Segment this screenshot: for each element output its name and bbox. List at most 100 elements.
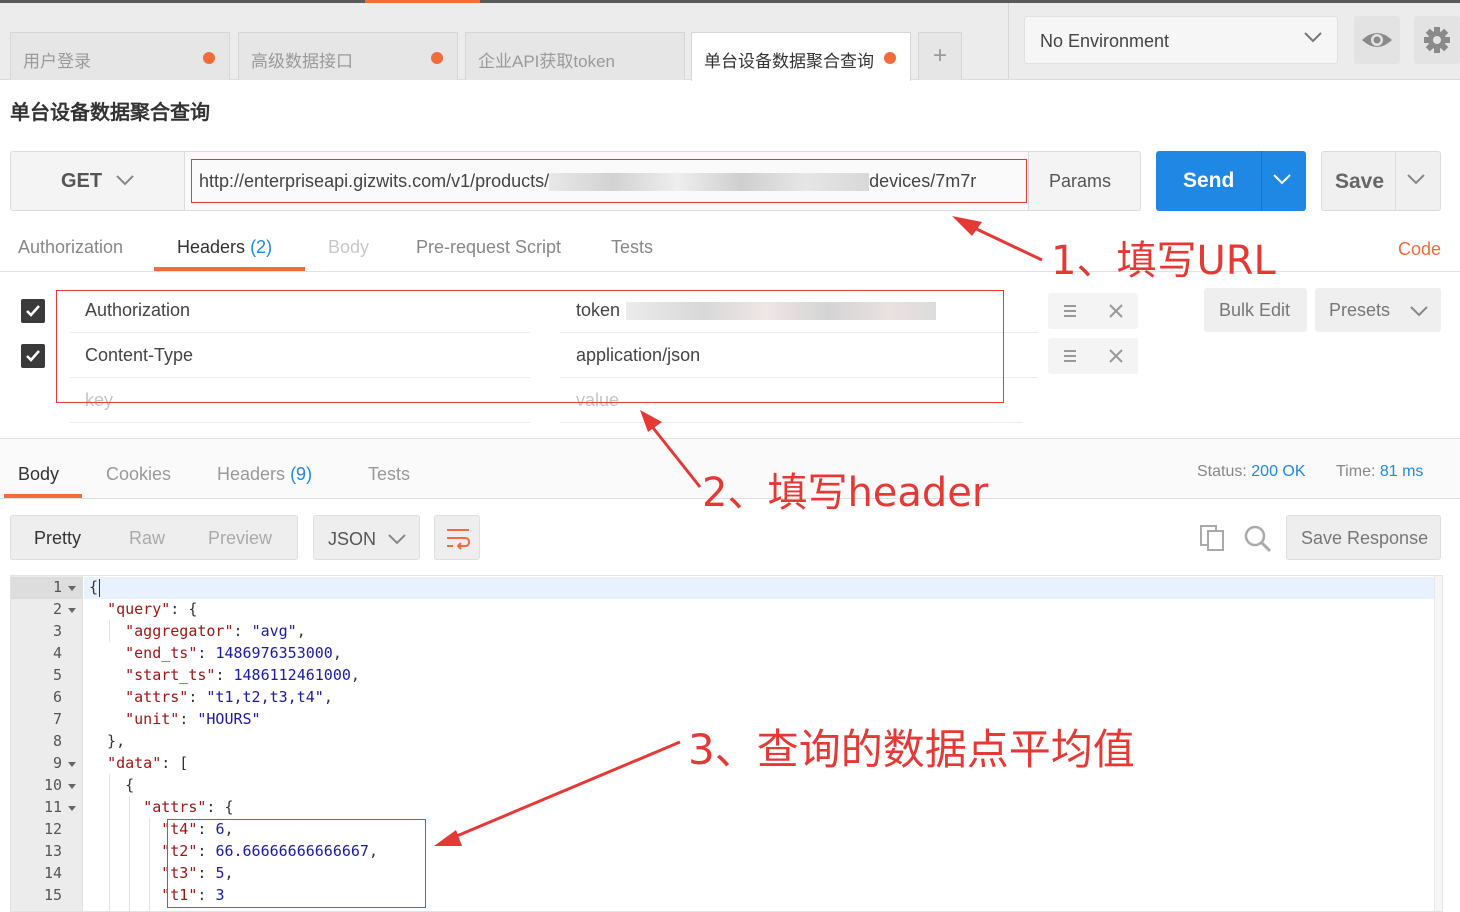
line-number: 10: [43, 776, 62, 794]
tab-pre-request-script[interactable]: Pre-request Script: [416, 237, 561, 258]
tab-label: 高级数据接口: [251, 52, 353, 71]
tab-body[interactable]: Body: [328, 237, 369, 258]
tab-authorization[interactable]: Authorization: [18, 237, 123, 258]
send-button[interactable]: Send: [1156, 151, 1306, 211]
tab-get-token[interactable]: 企业API获取token: [465, 32, 685, 80]
tab-label: 单台设备数据聚合查询: [704, 52, 874, 71]
eye-icon: [1362, 33, 1392, 47]
view-pretty[interactable]: Pretty: [34, 528, 81, 549]
code-line: "unit": "HOURS": [125, 710, 261, 728]
code-line: "data": [: [107, 754, 189, 772]
code-line: "end_ts": 1486976353000,: [125, 644, 342, 662]
request-title: 单台设备数据聚合查询: [10, 102, 210, 124]
active-indicator: [365, 0, 480, 3]
annotation-text-header: 2、填写header: [702, 470, 989, 516]
status-label: Status:: [1197, 463, 1247, 480]
time-value: 81 ms: [1379, 463, 1424, 480]
line-number: 11: [43, 798, 62, 816]
chevron-down-icon: [116, 175, 134, 186]
arrow-url: [967, 223, 1043, 262]
code-line: "aggregator": "avg",: [125, 622, 306, 640]
code-line: "attrs": {: [143, 798, 234, 816]
fold-arrow-icon[interactable]: [68, 586, 76, 591]
send-label: Send: [1183, 169, 1235, 192]
tab-tests[interactable]: Tests: [611, 237, 653, 258]
params-button[interactable]: Params: [1028, 151, 1141, 211]
line-number: 7: [52, 710, 62, 728]
headers-count: (9): [290, 464, 313, 484]
close-icon[interactable]: [1108, 348, 1124, 364]
active-line-highlight: [84, 577, 1442, 599]
scrollbar[interactable]: [1434, 576, 1442, 911]
fold-arrow-icon[interactable]: [68, 806, 76, 811]
header-checkbox-1[interactable]: [21, 299, 45, 323]
presets-label: Presets: [1329, 300, 1391, 320]
method-label: GET: [61, 170, 103, 192]
tab-headers[interactable]: Headers (2): [177, 237, 272, 258]
tab-bar: 用户登录 高级数据接口 企业API获取token 单台设备数据聚合查询 + No…: [0, 0, 1460, 81]
line-number: 14: [43, 864, 62, 882]
copy-icon[interactable]: [1199, 524, 1227, 552]
drag-handle-icon[interactable]: [1063, 349, 1077, 363]
status-value: 200 OK: [1251, 463, 1306, 480]
unsaved-dot-icon: [203, 52, 215, 64]
text-cursor: [99, 579, 100, 597]
search-icon[interactable]: [1243, 524, 1273, 554]
response-tab-headers[interactable]: Headers (9): [217, 464, 312, 485]
tab-device-aggregate[interactable]: 单台设备数据聚合查询: [691, 32, 911, 81]
annotation-text-url: 1、填写URL: [1051, 238, 1276, 284]
line-number: 13: [43, 842, 62, 860]
wrap-lines-icon: [447, 529, 471, 550]
method-select[interactable]: GET: [10, 151, 185, 211]
view-raw[interactable]: Raw: [129, 528, 165, 549]
chevron-down-icon: [1410, 306, 1428, 317]
code-line: "start_ts": 1486112461000,: [125, 666, 360, 684]
annotation-box-data: [167, 819, 426, 908]
fold-arrow-icon[interactable]: [68, 784, 76, 789]
save-response-button[interactable]: Save Response: [1286, 515, 1441, 560]
divider: [1261, 151, 1262, 211]
close-icon[interactable]: [1108, 303, 1124, 319]
divider: [70, 422, 530, 423]
line-number: 5: [52, 666, 62, 684]
wrap-lines-button[interactable]: [434, 515, 480, 560]
fold-arrow-icon[interactable]: [68, 762, 76, 767]
line-number: 3: [52, 622, 62, 640]
environment-label: No Environment: [1040, 31, 1170, 51]
arrowhead-icon: [952, 216, 982, 236]
tab-user-login[interactable]: 用户登录: [10, 32, 230, 80]
chevron-down-icon: [1304, 32, 1322, 43]
settings-button[interactable]: [1414, 16, 1460, 64]
gear-icon: [1424, 27, 1450, 53]
response-tab-cookies[interactable]: Cookies: [106, 464, 171, 485]
presets-button[interactable]: Presets: [1315, 288, 1441, 332]
view-preview[interactable]: Preview: [208, 528, 272, 549]
line-number: 6: [52, 688, 62, 706]
unsaved-dot-icon: [431, 52, 443, 64]
checkmark-icon: [26, 305, 40, 317]
tab-label: Headers: [217, 464, 286, 484]
eye-button[interactable]: [1354, 16, 1400, 64]
format-select[interactable]: JSON: [313, 515, 420, 560]
chevron-down-icon[interactable]: [1406, 169, 1426, 189]
response-tab-tests[interactable]: Tests: [368, 464, 410, 485]
bulk-edit-button[interactable]: Bulk Edit: [1204, 288, 1307, 332]
fold-arrow-icon[interactable]: [68, 608, 76, 613]
chevron-down-icon[interactable]: [1272, 169, 1292, 189]
code-link[interactable]: Code: [1398, 239, 1441, 260]
tab-advanced-data[interactable]: 高级数据接口: [238, 32, 458, 80]
add-tab-button[interactable]: +: [918, 32, 962, 80]
code-line: {: [89, 578, 99, 596]
header-checkbox-2[interactable]: [21, 344, 45, 368]
code-line: {: [89, 776, 135, 794]
code-line: "query": {: [107, 600, 198, 618]
line-number-gutter: 1 2 3 4 5 6 7 8 9 10 11 12 13 14 15: [11, 576, 83, 911]
save-button[interactable]: Save: [1321, 151, 1441, 211]
environment-select[interactable]: No Environment: [1024, 16, 1338, 64]
line-number: 15: [43, 886, 62, 904]
response-tab-body[interactable]: Body: [18, 464, 59, 485]
annotation-box-url: [191, 159, 1027, 203]
divider: [1395, 152, 1396, 210]
divider: [560, 422, 1023, 423]
drag-handle-icon[interactable]: [1063, 304, 1077, 318]
